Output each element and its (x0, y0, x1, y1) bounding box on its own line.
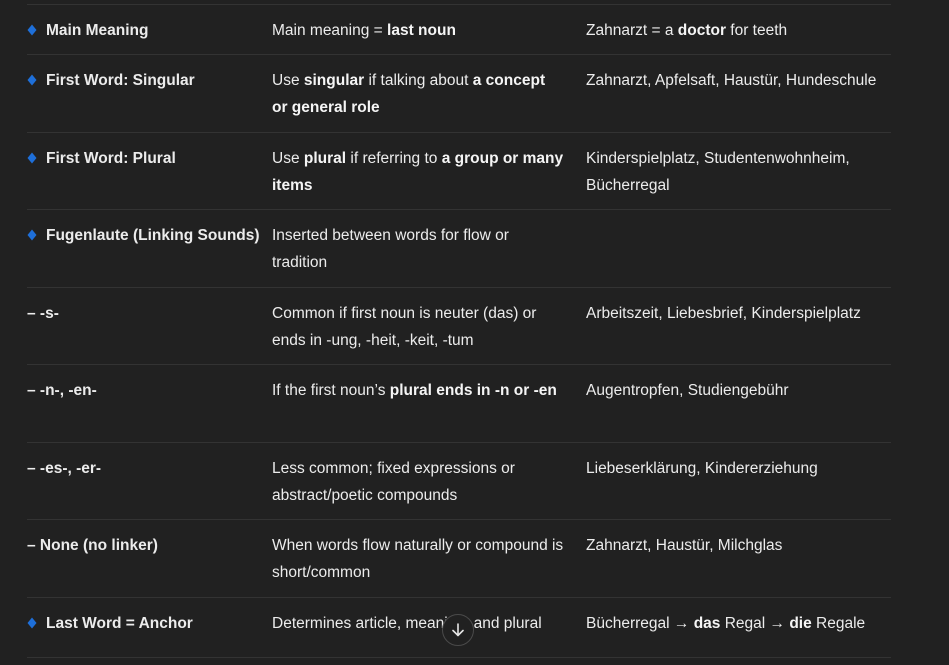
table-row: First Word: Plural Use plural if referrin… (27, 133, 891, 210)
description-bold-text: last noun (387, 22, 456, 39)
table-row: Fugenlaute (Linking Sounds) Inserted betw… (27, 210, 891, 288)
example-bold-text: die (789, 615, 812, 632)
row-label: – -n-, -en- (27, 382, 97, 399)
example-cell: Liebeserklärung, Kindererziehung (586, 443, 891, 519)
description-cell: Determines article, meaning, and plural (272, 598, 586, 657)
blue-diamond-icon (27, 229, 37, 241)
example-text: for teeth (725, 22, 788, 39)
blue-diamond-icon (27, 24, 37, 36)
example-text: Regale (811, 615, 866, 632)
row-label: First Word: Singular (46, 72, 195, 89)
description-bold-text: singular (303, 72, 365, 89)
row-label: Last Word = Anchor (46, 615, 193, 632)
example-cell: Zahnarzt = a doctor for teeth (586, 5, 891, 54)
example-text: Zahnarzt = a (586, 22, 678, 39)
row-label-cell: – None (no linker) (27, 520, 272, 597)
blue-diamond-icon (27, 152, 37, 164)
scroll-to-bottom-button[interactable] (442, 614, 474, 646)
example-cell: Zahnarzt, Apfelsaft, Haustür, Hundeschul… (586, 55, 891, 132)
example-cell: Augentropfen, Studiengebühr (586, 365, 891, 442)
description-text: Use (272, 72, 304, 89)
example-text: Augentropfen, Studiengebühr (586, 382, 789, 399)
row-label: – None (no linker) (27, 537, 158, 554)
description-cell: Less common; fixed expressions or abstra… (272, 443, 586, 519)
example-cell: Zahnarzt, Haustür, Milchglas (586, 520, 891, 597)
blue-diamond-icon (27, 74, 37, 86)
row-label-cell: Last Word = Anchor (27, 598, 272, 657)
description-text: When words flow naturally or compound is… (272, 537, 564, 581)
description-text: if talking about (364, 72, 473, 89)
table-row: – None (no linker) When words flow natura… (27, 520, 891, 598)
description-cell: When words flow naturally or compound is… (272, 520, 586, 597)
description-text: If the first noun’s (272, 382, 390, 399)
example-text: Bücherregal → (586, 615, 694, 632)
example-bold-text: das (693, 615, 721, 632)
description-bold-text: plural (303, 150, 347, 167)
description-text: Main meaning = (272, 22, 388, 39)
description-cell: Use singular if talking about a concept … (272, 55, 586, 132)
description-cell: Common if first noun is neuter (das) or … (272, 288, 586, 364)
row-label: – -s- (27, 305, 59, 322)
row-label-cell: – -es-, -er- (27, 443, 272, 519)
table-row: – -s- Common if first noun is neuter (das… (27, 288, 891, 365)
row-label: Fugenlaute (Linking Sounds) (46, 227, 260, 244)
table-row: – -es-, -er- Less common; fixed expressio… (27, 443, 891, 520)
row-label-cell: First Word: Singular (27, 55, 272, 132)
row-label: First Word: Plural (46, 150, 176, 167)
example-cell: Kinderspielplatz, Studentenwohnheim, Büc… (586, 133, 891, 209)
compound-nouns-table: Main Meaning Main meaning = last noun Zahn… (27, 4, 891, 658)
example-cell: Bücherregal → das Regal → die Regale (586, 598, 891, 657)
example-bold-text: doctor (677, 22, 726, 39)
example-text: Zahnarzt, Haustür, Milchglas (586, 537, 783, 554)
example-text: Zahnarzt, Apfelsaft, Haustür, Hundeschul… (586, 72, 877, 89)
description-text: Use (272, 150, 304, 167)
row-label-cell: – -s- (27, 288, 272, 364)
description-text: Determines article, meaning, and plural (272, 615, 542, 632)
table-row: First Word: Singular Use singular if talk… (27, 55, 891, 133)
description-cell: Inserted between words for flow or tradi… (272, 210, 586, 287)
example-cell (586, 210, 891, 287)
arrow-down-icon (452, 623, 464, 637)
table-row: – -n-, -en- If the first noun’s plural en… (27, 365, 891, 443)
row-label-cell: First Word: Plural (27, 133, 272, 209)
row-label-cell: – -n-, -en- (27, 365, 272, 442)
row-label-cell: Fugenlaute (Linking Sounds) (27, 210, 272, 287)
example-text: Arbeitszeit, Liebesbrief, Kinderspielpla… (586, 305, 861, 322)
table-row: Main Meaning Main meaning = last noun Zahn… (27, 5, 891, 55)
row-label: Main Meaning (46, 22, 149, 39)
example-text: Regal → (720, 615, 790, 632)
row-label-cell: Main Meaning (27, 5, 272, 54)
description-text: Inserted between words for flow or tradi… (272, 227, 509, 271)
description-bold-text: plural ends in -n or -en (389, 382, 557, 399)
row-label: – -es-, -er- (27, 460, 102, 477)
chat-response-view: Main Meaning Main meaning = last noun Zahn… (0, 0, 949, 665)
description-text: Common if first noun is neuter (das) or … (272, 305, 537, 349)
description-cell: Use plural if referring to a group or ma… (272, 133, 586, 209)
description-cell: If the first noun’s plural ends in -n or… (272, 365, 586, 442)
example-text: Liebeserklärung, Kindererziehung (586, 460, 818, 477)
blue-diamond-icon (27, 617, 37, 629)
example-cell: Arbeitszeit, Liebesbrief, Kinderspielpla… (586, 288, 891, 364)
description-cell: Main meaning = last noun (272, 5, 586, 54)
example-text: Kinderspielplatz, Studentenwohnheim, Büc… (586, 150, 850, 194)
description-text: Less common; fixed expressions or abstra… (272, 460, 515, 504)
description-text: if referring to (346, 150, 442, 167)
